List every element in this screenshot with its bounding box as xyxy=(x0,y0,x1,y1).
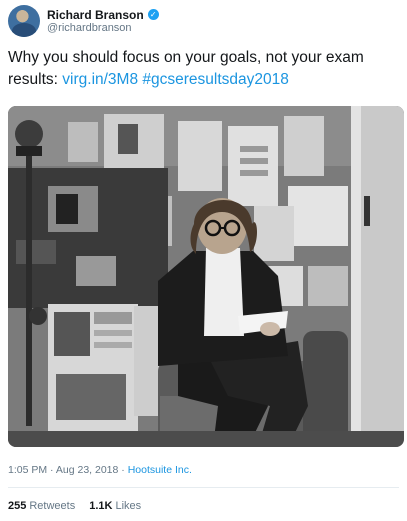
meta-separator-2: · xyxy=(121,464,125,476)
meta-separator: · xyxy=(50,464,54,476)
tweet-meta: 1:05 PM · Aug 23, 2018 · Hootsuite Inc. xyxy=(8,464,192,476)
photo-illustration xyxy=(8,106,404,447)
likes-stat[interactable]: 1.1K Likes xyxy=(89,500,141,512)
retweets-count: 255 xyxy=(8,500,27,512)
tweet-link[interactable]: virg.in/3M8 xyxy=(62,71,138,88)
stats-divider xyxy=(8,487,399,488)
avatar[interactable] xyxy=(8,5,40,37)
retweets-stat[interactable]: 255 Retweets xyxy=(8,500,75,512)
tweet-stats: 255 Retweets 1.1K Likes xyxy=(8,500,155,512)
tweet-header: Richard Branson ✓ @richardbranson xyxy=(8,4,159,38)
display-name[interactable]: Richard Branson xyxy=(47,8,144,22)
author-names: Richard Branson ✓ @richardbranson xyxy=(47,8,159,35)
name-row: Richard Branson ✓ xyxy=(47,8,159,22)
likes-count: 1.1K xyxy=(89,500,113,512)
tweet-date[interactable]: Aug 23, 2018 xyxy=(56,464,118,476)
tweet-source-link[interactable]: Hootsuite Inc. xyxy=(128,464,192,476)
retweets-label: Retweets xyxy=(29,500,76,512)
handle[interactable]: @richardbranson xyxy=(47,22,159,35)
tweet-photo[interactable] xyxy=(8,106,404,447)
tweet-card: Richard Branson ✓ @richardbranson Why yo… xyxy=(0,0,407,521)
likes-label: Likes xyxy=(115,500,142,512)
tweet-text: Why you should focus on your goals, not … xyxy=(8,47,400,91)
verified-badge-icon: ✓ xyxy=(147,9,159,20)
tweet-time[interactable]: 1:05 PM xyxy=(8,464,47,476)
hashtag-link[interactable]: #gcseresultsday2018 xyxy=(142,71,289,88)
